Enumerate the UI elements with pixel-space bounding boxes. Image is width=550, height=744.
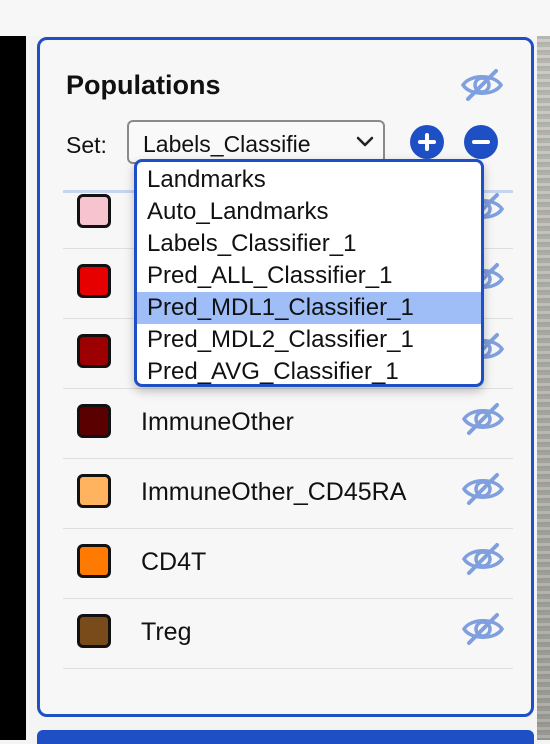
dropdown-option[interactable]: Labels_Classifier_1 <box>137 228 481 260</box>
eye-slash-icon[interactable] <box>460 68 504 102</box>
population-label: ImmuneOther <box>141 408 294 436</box>
eye-slash-icon[interactable] <box>461 612 505 646</box>
population-row[interactable]: CD4T <box>63 528 513 599</box>
dropdown-option[interactable]: Landmarks <box>137 164 481 196</box>
eye-slash-icon[interactable] <box>461 542 505 576</box>
dropdown-option[interactable]: Pred_AVG_Classifier_1 <box>137 356 481 384</box>
top-band <box>0 0 550 36</box>
color-swatch[interactable] <box>77 194 111 228</box>
left-canvas-strip <box>0 36 26 740</box>
color-swatch[interactable] <box>77 474 111 508</box>
population-label: Treg <box>141 618 192 646</box>
population-label: ImmuneOther_CD45RA <box>141 478 407 506</box>
color-swatch[interactable] <box>77 334 111 368</box>
right-image-strip <box>537 36 550 740</box>
dropdown-option[interactable]: Pred_MDL1_Classifier_1 <box>137 292 481 324</box>
color-swatch[interactable] <box>77 614 111 648</box>
add-population-button[interactable] <box>410 125 444 159</box>
dropdown-option[interactable]: Pred_ALL_Classifier_1 <box>137 260 481 292</box>
eye-slash-icon[interactable] <box>461 402 505 436</box>
population-row[interactable]: Treg <box>63 598 513 669</box>
population-label: CD4T <box>141 548 207 576</box>
population-row[interactable]: ImmuneOther_CD45RA <box>63 458 513 529</box>
color-swatch[interactable] <box>77 264 111 298</box>
remove-population-button[interactable] <box>464 125 498 159</box>
color-swatch[interactable] <box>77 404 111 438</box>
dropdown-option[interactable]: Pred_MDL2_Classifier_1 <box>137 324 481 356</box>
set-dropdown-menu[interactable]: Landmarks Auto_Landmarks Labels_Classifier… <box>134 159 484 387</box>
bottom-panel-edge <box>37 730 534 744</box>
set-select[interactable]: Labels_Classifie <box>127 120 385 164</box>
minus-circle-icon <box>472 140 490 144</box>
population-row[interactable]: ImmuneOther <box>63 388 513 459</box>
chevron-down-icon <box>355 134 375 150</box>
set-label: Set: <box>66 132 107 158</box>
dropdown-option[interactable]: Auto_Landmarks <box>137 196 481 228</box>
panel-title: Populations <box>66 70 221 100</box>
eye-slash-icon[interactable] <box>461 472 505 506</box>
color-swatch[interactable] <box>77 544 111 578</box>
set-select-value: Labels_Classifie <box>143 131 311 157</box>
plus-circle-icon <box>418 133 436 151</box>
